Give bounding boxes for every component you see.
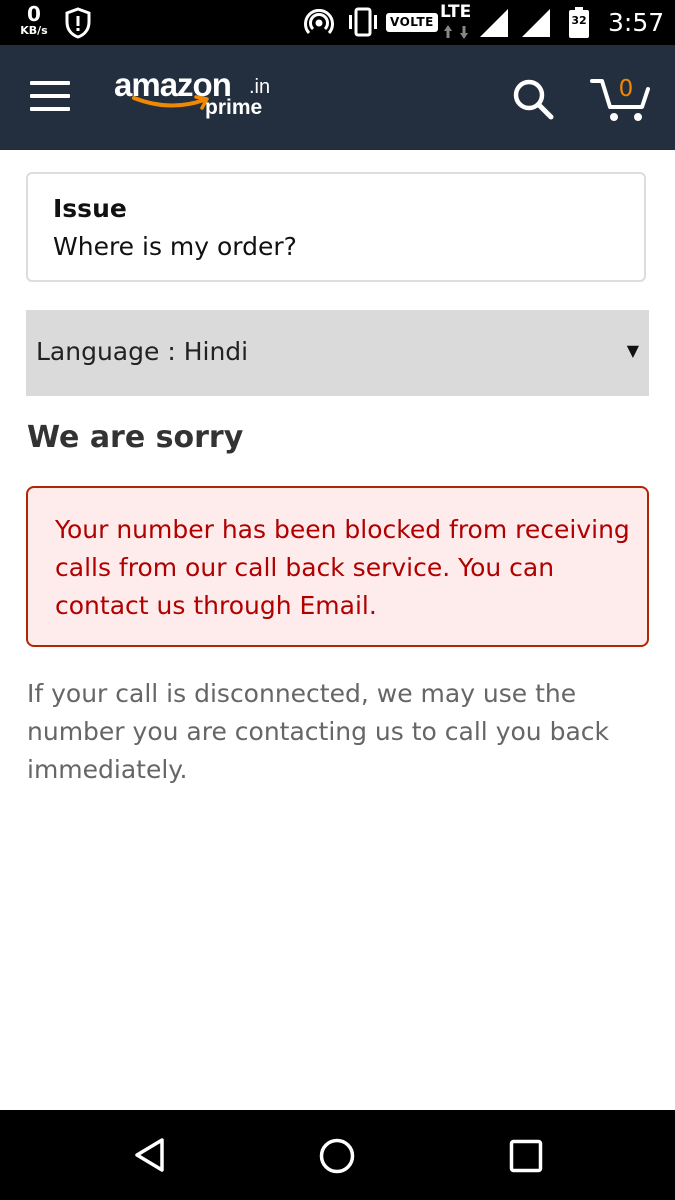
cart-count: 0 <box>618 76 634 102</box>
amazon-prime-logo[interactable]: amazon .in prime <box>114 65 284 127</box>
error-alert: Your number has been blocked from receiv… <box>26 486 649 647</box>
network-type: LTE <box>440 2 472 22</box>
battery-level: 32 <box>571 14 587 27</box>
smile-arrow-icon <box>132 95 212 115</box>
issue-value: Where is my order? <box>53 232 297 261</box>
home-icon[interactable] <box>318 1137 356 1179</box>
issue-title: Issue <box>53 194 127 223</box>
back-icon[interactable] <box>132 1137 168 1177</box>
search-button[interactable] <box>510 76 556 122</box>
volte-badge: VOLTE <box>386 13 438 32</box>
menu-button[interactable] <box>30 81 74 115</box>
signal-icon <box>479 8 509 42</box>
vibrate-icon <box>346 7 380 41</box>
menu-icon <box>30 81 74 111</box>
language-select[interactable]: Language : Hindi ▼ <box>26 310 649 396</box>
network-speed: 0 KB/s <box>18 4 50 36</box>
cart-icon <box>590 79 652 129</box>
sorry-heading: We are sorry <box>27 420 244 455</box>
navigation-bar <box>0 1110 675 1200</box>
network-speed-value: 0 <box>27 2 41 26</box>
logo-prime: prime <box>205 96 263 119</box>
hotspot-icon <box>304 9 334 41</box>
app-header: amazon .in prime 0 <box>0 45 675 150</box>
status-bar: 0 KB/s VOLTE LTE 32 3:57 <box>0 0 675 45</box>
error-message: Your number has been blocked from receiv… <box>55 515 630 620</box>
issue-card: Issue Where is my order? <box>26 172 646 282</box>
shield-icon <box>64 7 92 43</box>
clock: 3:57 <box>608 8 665 37</box>
language-select-value: Language : Hindi <box>36 337 249 366</box>
recents-icon[interactable] <box>509 1139 543 1177</box>
info-message: If your call is disconnected, we may use… <box>27 679 609 784</box>
dropdown-arrow-icon: ▼ <box>626 341 639 360</box>
lte-arrows-icon <box>444 24 470 43</box>
network-speed-unit: KB/s <box>20 24 48 37</box>
search-icon <box>510 79 556 126</box>
signal-icon <box>521 8 551 42</box>
